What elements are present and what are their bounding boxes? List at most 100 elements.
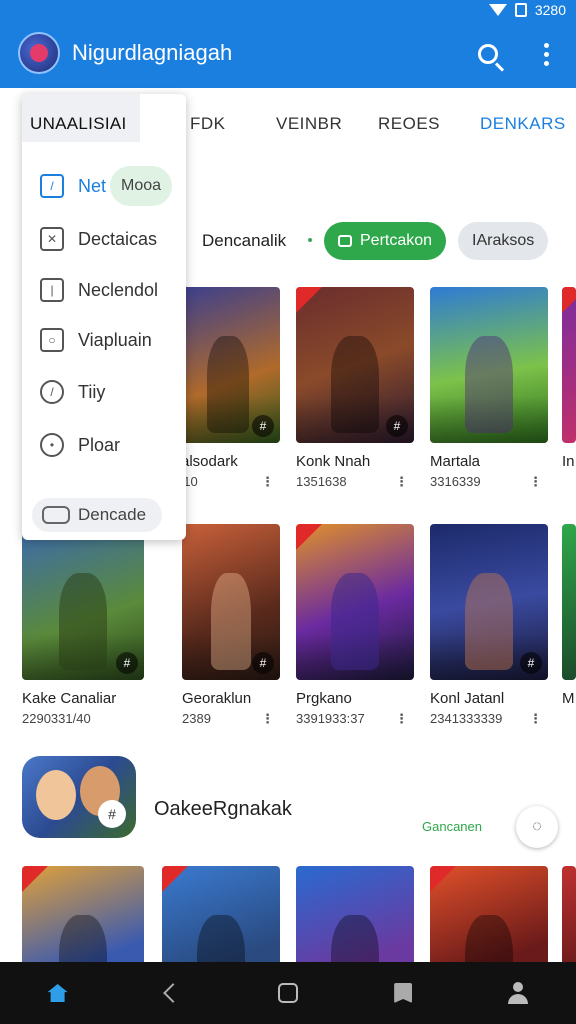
nav-bookmarks[interactable]: [383, 973, 423, 1013]
battery-icon: [514, 3, 527, 17]
game-meta: 1351638: [296, 474, 347, 489]
game-card[interactable]: # ralsodark 310 ⋮: [176, 287, 280, 490]
drawer-item-ploar[interactable]: • Ploar: [40, 431, 120, 459]
more-icon[interactable]: ⋮: [529, 474, 542, 490]
game-card[interactable]: M: [562, 524, 576, 707]
bookmark-icon[interactable]: #: [252, 415, 274, 437]
game-meta: 2290331/40: [22, 711, 91, 726]
game-thumbnail: [296, 524, 414, 680]
chip-icon: [338, 235, 352, 247]
chat-icon: ◌: [532, 818, 542, 835]
drawer-footer-button[interactable]: Dencade: [32, 498, 162, 532]
slash-icon: /: [40, 380, 64, 404]
game-card[interactable]: Martala 3316339 ⋮: [430, 287, 548, 490]
profile-icon: [507, 982, 529, 1004]
featured-title: OakeeRgnakak: [154, 798, 292, 820]
filter-chip-secondary[interactable]: IAraksos: [458, 222, 549, 260]
bookmark-icon[interactable]: #: [98, 800, 126, 828]
app-bar: 3280 Nigurdlagniagah: [0, 0, 576, 88]
overview-icon: [277, 983, 298, 1003]
game-title: Prgkano: [296, 690, 352, 707]
chat-button[interactable]: ◌: [516, 806, 558, 848]
bottom-navigation: [0, 962, 576, 1024]
tab-fdk[interactable]: FDK: [190, 114, 226, 134]
gamepad-icon: [42, 506, 70, 524]
game-card[interactable]: # Konk Nnah 1351638 ⋮: [296, 287, 414, 490]
game-meta: 2341333339: [430, 711, 503, 726]
tab-denkars[interactable]: DENKARS: [480, 114, 566, 134]
drawer-item-viapluain[interactable]: ○ Viapluain: [40, 326, 152, 354]
featured-link[interactable]: Gancanen: [422, 819, 482, 834]
separator-dot: [308, 238, 312, 242]
tab-reoes[interactable]: REOES: [378, 114, 440, 134]
game-thumbnail: [562, 524, 576, 680]
tab-veinbr[interactable]: VEINBR: [276, 114, 342, 134]
filter-chip-primary[interactable]: Pertcakon: [324, 222, 447, 260]
bookmark-icon[interactable]: #: [386, 415, 408, 437]
game-meta: 3391933:37: [296, 711, 365, 726]
home-icon: [47, 984, 68, 1002]
back-icon: [162, 983, 183, 1003]
game-card[interactable]: Prgkano 3391933:37 ⋮: [296, 524, 414, 727]
game-meta: 2389: [182, 711, 211, 726]
app-title: Nigurdlagniagah: [72, 40, 233, 65]
drawer-item-tiiy[interactable]: / Tiiy: [40, 378, 105, 406]
more-icon[interactable]: ⋮: [529, 711, 542, 727]
drawer-header: UNAALISIAI: [22, 94, 140, 142]
game-thumbnail: #: [430, 524, 548, 680]
drawer-item-dectaicas[interactable]: ✕ Dectaicas: [40, 225, 157, 253]
nav-profile[interactable]: [498, 973, 538, 1013]
game-title: In: [562, 453, 575, 470]
drawer-tag[interactable]: Mooa: [110, 166, 172, 206]
game-thumbnail: #: [22, 524, 144, 680]
game-thumbnail: [562, 287, 576, 443]
game-thumbnail: #: [182, 524, 280, 680]
camera-icon: ○: [40, 328, 64, 352]
nav-overview[interactable]: [268, 973, 308, 1013]
nav-home[interactable]: [38, 973, 78, 1013]
square-icon: |: [40, 278, 64, 302]
game-card[interactable]: # Georaklun 2389 ⋮: [182, 524, 280, 727]
more-icon[interactable]: ⋮: [261, 711, 274, 727]
drawer-item-label: Tiiy: [78, 381, 106, 402]
game-thumbnail: #: [296, 287, 414, 443]
more-icon[interactable]: ⋮: [395, 474, 408, 490]
bookmark-icon[interactable]: #: [520, 652, 542, 674]
drawer-item-label: Ploar: [78, 434, 121, 455]
game-title: Kake Canaliar: [22, 690, 117, 707]
drawer-footer-label: Dencade: [78, 505, 147, 524]
chip-primary-label: Pertcakon: [360, 232, 433, 249]
app-logo[interactable]: [18, 32, 60, 74]
drawer-item-label: Viapluain: [78, 329, 152, 350]
bookmark-icon[interactable]: #: [252, 652, 274, 674]
featured-thumbnail[interactable]: #: [22, 756, 136, 838]
more-icon[interactable]: ⋮: [261, 474, 274, 490]
bookmark-icon: [394, 983, 413, 1003]
more-options-button[interactable]: [530, 38, 562, 70]
face-icon: •: [40, 433, 64, 457]
more-icon[interactable]: ⋮: [395, 711, 408, 727]
chip-secondary-label: IAraksos: [472, 232, 535, 249]
app-screen: 3280 Nigurdlagniagah FDK VEINBR REOES DE…: [0, 0, 576, 1024]
game-title: Konl Jatanl: [430, 690, 505, 707]
game-card[interactable]: # Konl Jatanl 2341333339 ⋮: [430, 524, 548, 727]
edit-icon: /: [40, 174, 64, 198]
status-bar: 3280: [488, 0, 566, 20]
game-meta: 3316339: [430, 474, 481, 489]
game-thumbnail: #: [176, 287, 280, 443]
drawer-item-label: Neclendol: [78, 279, 159, 300]
drawer-item-net[interactable]: / Net: [40, 172, 106, 200]
game-thumbnail: [430, 287, 548, 443]
game-title: ralsodark: [176, 453, 238, 470]
nav-back[interactable]: [153, 973, 193, 1013]
bookmark-icon[interactable]: #: [116, 652, 138, 674]
wifi-icon: [488, 4, 507, 16]
section-label: Dencanalik: [202, 231, 287, 250]
game-title: Martala: [430, 453, 481, 470]
search-button[interactable]: [472, 38, 504, 70]
drawer-item-label: Net: [78, 175, 107, 196]
drawer-item-label: Dectaicas: [78, 228, 158, 249]
game-card[interactable]: In: [562, 287, 576, 470]
drawer-item-neclendol[interactable]: | Neclendol: [40, 276, 158, 304]
game-card[interactable]: # Kake Canaliar 2290331/40: [22, 524, 144, 726]
